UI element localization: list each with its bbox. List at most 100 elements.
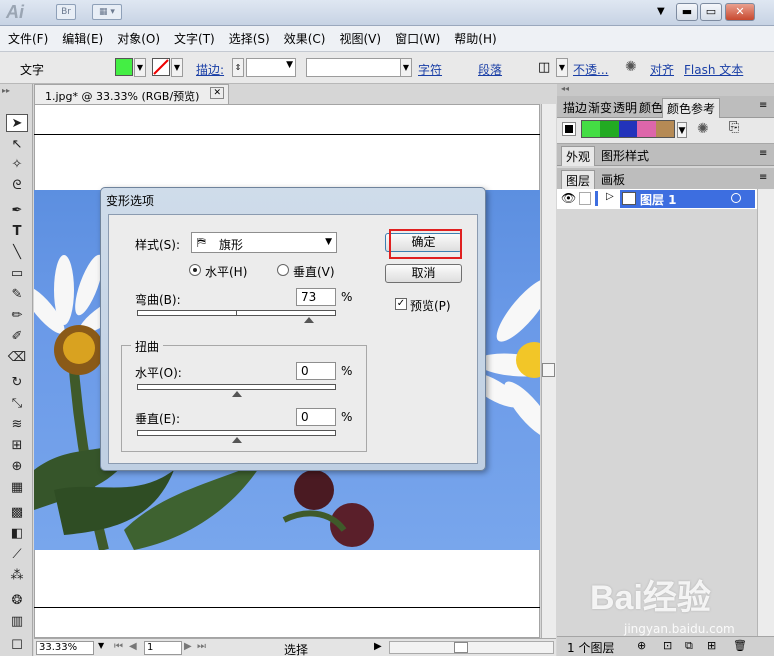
menu-type[interactable]: 文字(T) (174, 30, 215, 47)
direct-selection-tool-icon[interactable]: ↖ (6, 136, 28, 154)
variable-width-field[interactable] (306, 58, 401, 77)
variable-width-dropdown-icon[interactable]: ▼ (400, 58, 412, 77)
zoom-dropdown-icon[interactable]: ▼ (98, 641, 104, 650)
maximize-button[interactable]: ▭ (700, 3, 722, 21)
preview-checkbox[interactable]: ✓ (395, 298, 407, 310)
panel-menu-icon[interactable]: ≡ (759, 172, 767, 183)
shape-builder-tool-icon[interactable]: ⊕ (6, 458, 28, 476)
pen-tool-icon[interactable]: ✒ (6, 202, 28, 220)
harmony-dropdown-icon[interactable]: ▼ (677, 122, 687, 138)
stroke-label[interactable]: 描边: (196, 61, 224, 78)
lasso-tool-icon[interactable]: ᘓ (6, 177, 28, 195)
scale-tool-icon[interactable]: ⤡ (6, 395, 28, 413)
status-menu-icon[interactable]: ▶ (374, 641, 382, 652)
align-link[interactable]: 对齐 (650, 61, 674, 78)
tab-layers[interactable]: 图层 (561, 170, 596, 190)
document-tab[interactable]: 1.jpg* @ 33.33% (RGB/预览) ✕ (34, 84, 229, 104)
horizontal-radio[interactable] (189, 264, 201, 276)
menu-edit[interactable]: 编辑(E) (62, 30, 103, 47)
collapse-icon[interactable]: ▸▸ (2, 86, 10, 95)
warp-tool-icon[interactable]: ≋ (6, 416, 28, 434)
next-page-icon[interactable]: ▶ (184, 641, 192, 652)
menu-effect[interactable]: 效果(C) (284, 30, 326, 47)
harmony-swatch-5[interactable] (655, 121, 675, 137)
tab-color[interactable]: 颜色 (639, 99, 663, 116)
artboard-tool-icon[interactable]: ☐ (6, 637, 28, 655)
selection-tool-icon[interactable]: ➤ (6, 114, 28, 132)
blob-brush-tool-icon[interactable]: ✐ (6, 328, 28, 346)
mesh-tool-icon[interactable]: ▩ (6, 504, 28, 522)
save-swatch-group-icon[interactable]: ⎘ (729, 120, 739, 135)
distortion-v-slider[interactable] (137, 430, 336, 436)
column-graph-tool-icon[interactable]: ▥ (6, 613, 28, 631)
blend-tool-icon[interactable]: ⁂ (6, 567, 28, 585)
type-tool-icon[interactable]: T (6, 223, 28, 241)
tab-transparency[interactable]: 透明 (613, 99, 637, 116)
pencil-tool-icon[interactable]: ✏ (6, 307, 28, 325)
tab-graphic-styles[interactable]: 图形样式 (601, 147, 649, 164)
horizontal-scrollbar[interactable] (389, 641, 554, 654)
menu-file[interactable]: 文件(F) (8, 30, 48, 47)
rotate-tool-icon[interactable]: ↻ (6, 374, 28, 392)
distortion-h-slider[interactable] (137, 384, 336, 390)
rectangle-tool-icon[interactable]: ▭ (6, 265, 28, 283)
free-transform-tool-icon[interactable]: ⊞ (6, 437, 28, 455)
stroke-swatch[interactable] (152, 58, 170, 76)
harmony-swatch-1[interactable] (582, 121, 601, 137)
stroke-dropdown-icon[interactable]: ▼ (171, 58, 183, 77)
flash-text-link[interactable]: Flash 文本 (684, 61, 743, 78)
distortion-v-slider-thumb[interactable] (231, 437, 242, 443)
style-select[interactable]: ⛿ 旗形 ▼ (191, 232, 337, 253)
distortion-h-input[interactable]: 0 (296, 362, 336, 380)
page-field[interactable]: 1 (144, 641, 182, 655)
paragraph-link[interactable]: 段落 (478, 61, 502, 78)
magic-wand-tool-icon[interactable]: ✧ (6, 156, 28, 174)
line-tool-icon[interactable]: ╲ (6, 244, 28, 262)
brush-icon[interactable]: ◫ (538, 60, 550, 75)
eye-icon[interactable]: 👁 (561, 191, 576, 205)
new-sublayer-icon[interactable]: ⧉ (685, 639, 693, 653)
recolor-icon[interactable]: ✺ (625, 59, 637, 75)
harmony-swatches[interactable] (581, 120, 675, 138)
distortion-v-input[interactable]: 0 (296, 408, 336, 426)
horizontal-scroll-thumb[interactable] (454, 642, 468, 653)
opacity-link[interactable]: 不透... (573, 61, 608, 78)
target-icon[interactable] (731, 193, 741, 203)
tab-artboards[interactable]: 画板 (601, 171, 625, 188)
lock-toggle[interactable] (579, 192, 591, 205)
menu-object[interactable]: 对象(O) (117, 30, 160, 47)
new-layer-icon[interactable]: ⊞ (707, 639, 716, 652)
tab-stroke[interactable]: 描边 (563, 99, 587, 116)
menu-select[interactable]: 选择(S) (229, 30, 270, 47)
eyedropper-tool-icon[interactable]: ⟋ (6, 546, 28, 564)
workspace-dropdown-icon[interactable]: ▼ (657, 6, 665, 17)
stroke-weight-stepper[interactable]: ⇕ (232, 58, 244, 77)
close-tab-icon[interactable]: ✕ (210, 87, 224, 99)
fill-dropdown-icon[interactable]: ▼ (134, 58, 146, 77)
base-color-swatch[interactable] (562, 122, 576, 136)
eraser-tool-icon[interactable]: ⌫ (6, 349, 28, 367)
menu-window[interactable]: 窗口(W) (395, 30, 440, 47)
vertical-radio[interactable] (277, 264, 289, 276)
tab-appearance[interactable]: 外观 (561, 146, 596, 166)
clipping-mask-icon[interactable]: ⊡ (663, 639, 672, 652)
fill-swatch[interactable] (115, 58, 133, 76)
stroke-weight-field[interactable]: ▼ (246, 58, 296, 77)
first-page-icon[interactable]: ⏮ (114, 641, 123, 652)
arrange-documents-button[interactable]: ▦ ▾ (92, 4, 122, 20)
menu-view[interactable]: 视图(V) (339, 30, 381, 47)
harmony-swatch-2[interactable] (600, 121, 619, 137)
bend-slider-thumb[interactable] (304, 317, 315, 323)
bridge-button[interactable]: Br (56, 4, 76, 20)
cancel-button[interactable]: 取消 (385, 264, 462, 283)
gradient-tool-icon[interactable]: ◧ (6, 525, 28, 543)
symbol-sprayer-tool-icon[interactable]: ❂ (6, 592, 28, 610)
layers-scrollbar[interactable] (757, 189, 774, 636)
locate-object-icon[interactable]: ⊕ (637, 639, 646, 652)
recolor-artwork-icon[interactable]: ✺ (697, 121, 709, 137)
character-link[interactable]: 字符 (418, 61, 442, 78)
harmony-swatch-3[interactable] (618, 121, 638, 137)
panel-menu-icon[interactable]: ≡ (759, 148, 767, 159)
expand-triangle-icon[interactable]: ▷ (606, 191, 614, 202)
bend-input[interactable]: 73 (296, 288, 336, 306)
